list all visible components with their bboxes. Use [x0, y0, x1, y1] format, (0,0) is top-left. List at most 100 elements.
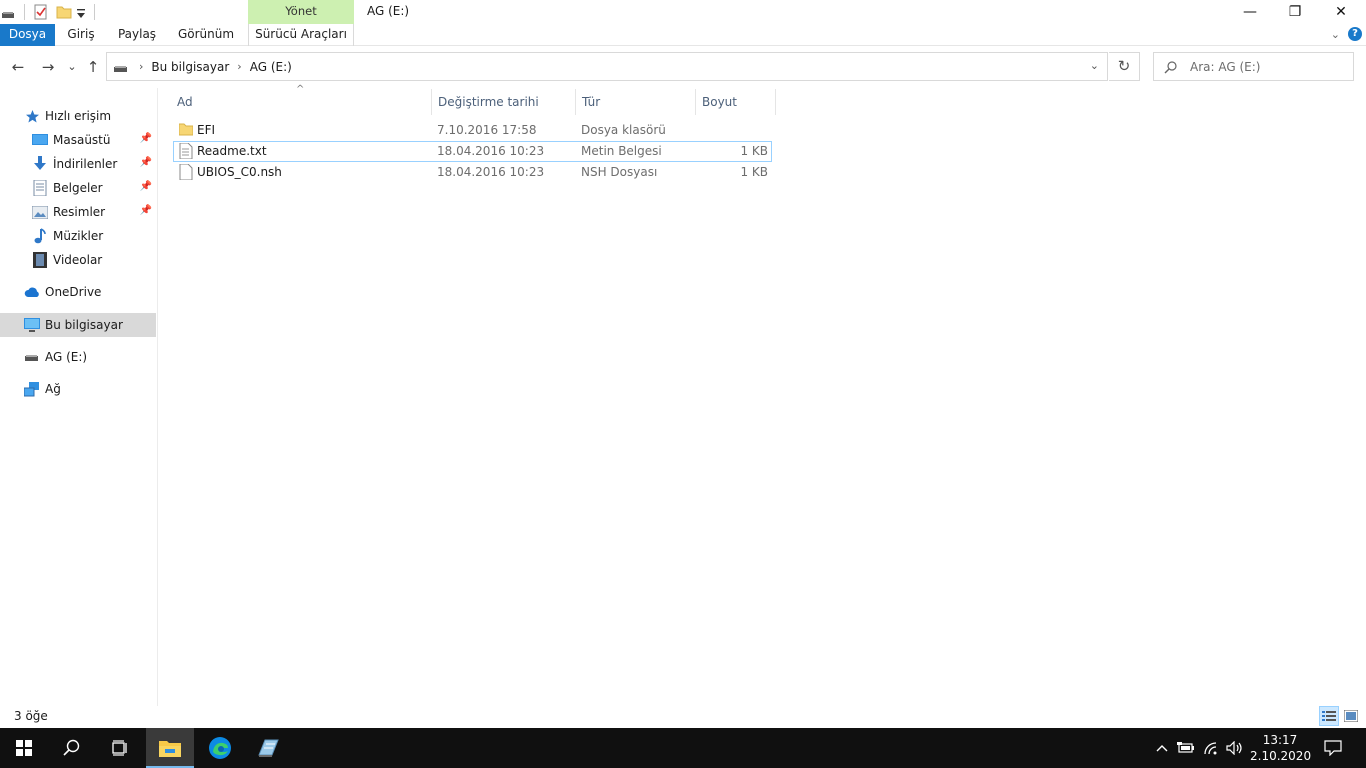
clock-date: 2.10.2020 — [1250, 749, 1312, 763]
file-name: Readme.txt — [197, 144, 267, 158]
battery-icon — [1177, 742, 1194, 753]
sidebar-item-label: Videolar — [53, 253, 103, 267]
sidebar-item-quick-access[interactable]: Hızlı erişim — [0, 104, 156, 128]
table-row[interactable]: UBIOS_C0.nsh 18.04.2016 10:23 NSH Dosyas… — [173, 162, 772, 183]
column-header-date[interactable]: Değiştirme tarihi — [431, 89, 576, 115]
network-button[interactable] — [1201, 728, 1223, 768]
tab-file[interactable]: Dosya — [0, 24, 55, 46]
sidebar-item-label: Masaüstü — [53, 133, 111, 147]
file-date: 7.10.2016 17:58 — [437, 123, 537, 137]
table-row[interactable]: EFI 7.10.2016 17:58 Dosya klasörü — [173, 120, 772, 141]
file-date: 18.04.2016 10:23 — [437, 165, 545, 179]
new-folder-icon[interactable] — [56, 4, 72, 20]
pin-icon[interactable]: 📌 — [140, 157, 152, 168]
sidebar-item-videos[interactable]: Videolar — [0, 248, 156, 272]
app-taskbar-button[interactable] — [244, 728, 292, 768]
table-row[interactable]: Readme.txt 18.04.2016 10:23 Metin Belges… — [173, 141, 772, 162]
refresh-button[interactable]: ↻ — [1109, 52, 1140, 81]
breadcrumb-drive[interactable]: AG (E:) — [250, 60, 292, 74]
documents-icon — [32, 180, 48, 196]
help-icon[interactable]: ? — [1348, 27, 1362, 41]
sidebar-item-music[interactable]: Müzikler — [0, 224, 156, 248]
maximize-button[interactable]: ❐ — [1272, 0, 1318, 24]
properties-icon[interactable] — [33, 4, 49, 20]
tab-home[interactable]: Giriş — [58, 24, 104, 46]
sidebar-item-network[interactable]: Ağ — [0, 377, 156, 401]
chevron-up-icon — [1156, 745, 1168, 752]
forward-button[interactable]: → — [38, 57, 58, 77]
sidebar-item-label: Belgeler — [53, 181, 103, 195]
pin-icon[interactable]: 📌 — [140, 133, 152, 144]
address-bar[interactable]: › Bu bilgisayar › AG (E:) ⌄ — [106, 52, 1108, 81]
divider — [24, 4, 25, 20]
sidebar-item-label: OneDrive — [45, 285, 102, 299]
battery-button[interactable] — [1175, 728, 1197, 768]
address-dropdown-icon[interactable]: ⌄ — [1090, 59, 1099, 72]
tab-share[interactable]: Paylaş — [112, 24, 162, 46]
sidebar-item-desktop[interactable]: Masaüstü 📌 — [0, 128, 156, 152]
customize-dropdown-icon[interactable] — [76, 8, 86, 18]
start-button[interactable] — [0, 728, 48, 768]
sidebar-item-pictures[interactable]: Resimler 📌 — [0, 200, 156, 224]
file-explorer-icon — [159, 741, 181, 757]
file-date: 18.04.2016 10:23 — [437, 144, 545, 158]
desktop-icon — [32, 132, 48, 148]
text-file-icon — [179, 142, 193, 160]
sidebar-item-drive[interactable]: AG (E:) — [0, 345, 156, 369]
file-name: UBIOS_C0.nsh — [197, 165, 282, 179]
breadcrumb-separator[interactable]: › — [237, 60, 241, 73]
sidebar-item-label: Hızlı erişim — [45, 109, 112, 123]
file-type: Dosya klasörü — [581, 123, 666, 137]
clock[interactable]: 13:17 2.10.2020 — [1250, 728, 1312, 768]
minimize-button[interactable]: — — [1227, 0, 1273, 24]
pin-icon[interactable]: 📌 — [140, 205, 152, 216]
drive-icon[interactable] — [2, 8, 14, 18]
sidebar-item-documents[interactable]: Belgeler 📌 — [0, 176, 156, 200]
sidebar-item-label: AG (E:) — [45, 350, 88, 364]
breadcrumb-this-pc[interactable]: Bu bilgisayar — [151, 60, 229, 74]
task-view-icon — [112, 740, 127, 756]
star-icon — [24, 108, 40, 124]
sidebar-item-label: Resimler — [53, 205, 106, 219]
cloud-icon — [24, 284, 40, 300]
drive-icon — [24, 349, 40, 365]
volume-button[interactable] — [1224, 728, 1246, 768]
search-input[interactable]: Ara: AG (E:) — [1153, 52, 1354, 81]
file-type: Metin Belgesi — [581, 144, 662, 158]
file-explorer-taskbar-button[interactable] — [146, 728, 194, 768]
breadcrumb-separator[interactable]: › — [139, 60, 143, 73]
tab-manage[interactable]: Yönet — [248, 0, 354, 24]
sidebar-item-this-pc[interactable]: Bu bilgisayar — [0, 313, 156, 337]
sidebar-item-onedrive[interactable]: OneDrive — [0, 280, 156, 304]
folder-icon — [178, 122, 194, 138]
ribbon-expand-icon[interactable]: ⌄ — [1331, 28, 1340, 41]
divider — [94, 4, 95, 20]
pin-icon[interactable]: 📌 — [140, 181, 152, 192]
speaker-icon — [1226, 741, 1242, 755]
computer-icon — [24, 317, 40, 333]
notifications-button[interactable] — [1318, 728, 1348, 768]
network-icon — [24, 381, 40, 397]
large-icons-view-button[interactable] — [1341, 706, 1361, 726]
close-button[interactable]: ✕ — [1318, 0, 1364, 24]
tab-drive-tools[interactable]: Sürücü Araçları — [248, 24, 354, 46]
back-button[interactable]: ← — [8, 57, 28, 77]
ribbon-tabs: Dosya Giriş Paylaş Görünüm Sürücü Araçla… — [0, 24, 1366, 46]
title-bar: Yönet AG (E:) — ❐ ✕ — [0, 0, 1366, 24]
file-size: 1 KB — [740, 165, 768, 179]
file-type: NSH Dosyası — [581, 165, 658, 179]
show-hidden-icons-button[interactable] — [1152, 728, 1172, 768]
video-icon — [32, 252, 48, 268]
details-view-icon — [1322, 711, 1336, 721]
sidebar-item-downloads[interactable]: İndirilenler 📌 — [0, 152, 156, 176]
column-header-size[interactable]: Boyut — [695, 89, 776, 115]
column-header-name[interactable]: Ad — [170, 89, 432, 115]
edge-taskbar-button[interactable] — [196, 728, 244, 768]
up-button[interactable]: ↑ — [83, 57, 103, 77]
tab-view[interactable]: Görünüm — [173, 24, 239, 46]
search-button[interactable] — [48, 728, 96, 768]
recent-locations-button[interactable]: ⌄ — [62, 57, 82, 77]
task-view-button[interactable] — [96, 728, 144, 768]
details-view-button[interactable] — [1319, 706, 1339, 726]
column-header-type[interactable]: Tür — [575, 89, 696, 115]
